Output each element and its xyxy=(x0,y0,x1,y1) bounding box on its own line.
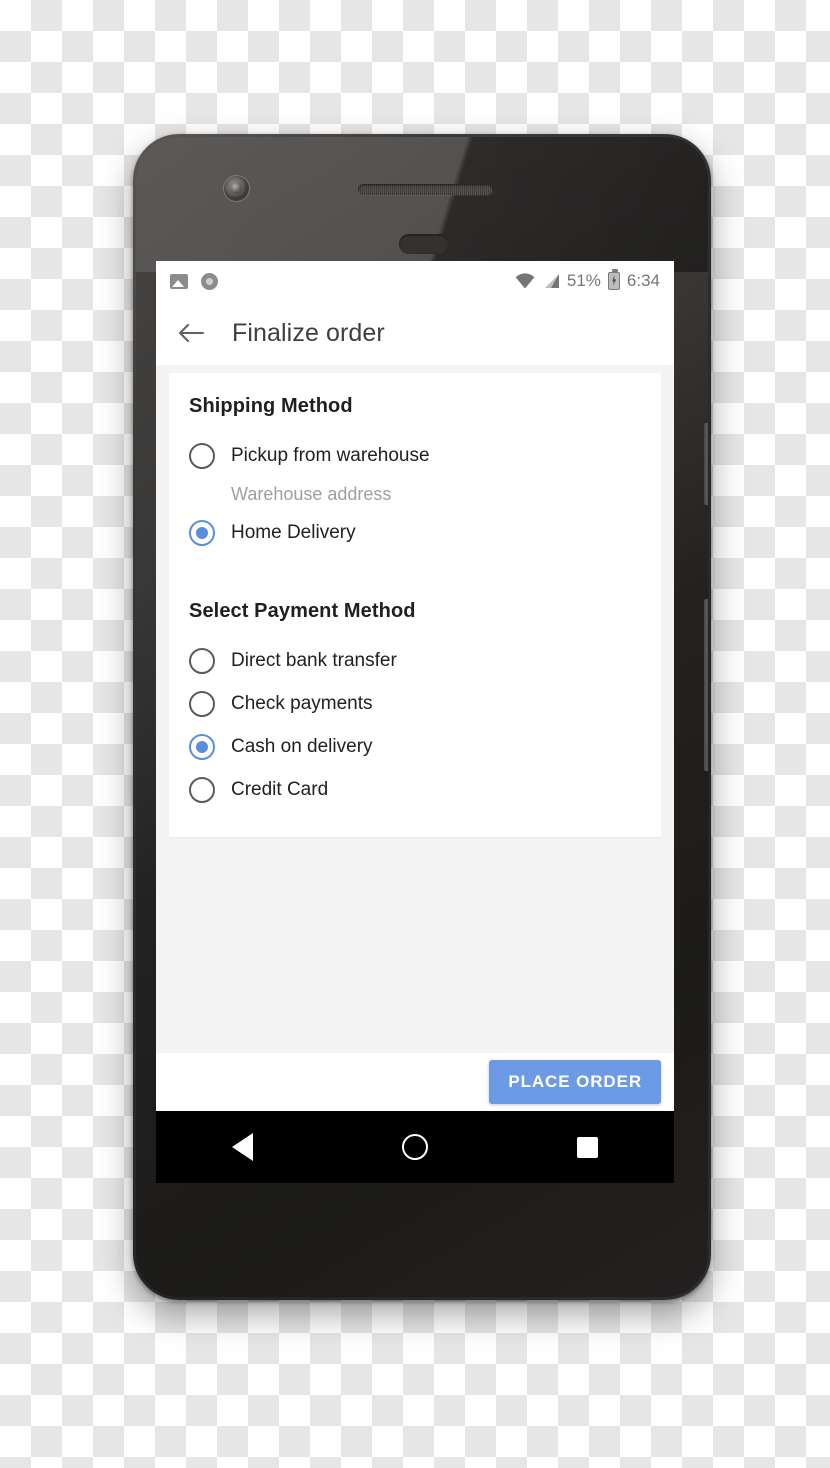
radio-selected-icon[interactable] xyxy=(189,733,215,760)
radio-selected-icon[interactable] xyxy=(189,519,215,546)
radio-icon[interactable] xyxy=(189,776,215,803)
payment-option-label: Check payments xyxy=(231,692,373,714)
shipping-option-pickup[interactable]: Pickup from warehouse xyxy=(189,434,641,477)
image-icon xyxy=(170,273,188,289)
payment-option-check-payments[interactable]: Check payments xyxy=(189,682,641,725)
power-button[interactable] xyxy=(704,423,708,505)
android-nav-bar xyxy=(156,1111,674,1183)
payment-option-label: Cash on delivery xyxy=(231,735,373,757)
nav-home-icon xyxy=(401,1134,428,1160)
payment-option-label: Credit Card xyxy=(231,778,329,800)
back-arrow-icon[interactable] xyxy=(174,316,208,350)
nav-back-button[interactable] xyxy=(213,1118,271,1176)
battery-percent-label: 51% xyxy=(566,271,601,290)
status-bar-right: 51% 6:34 xyxy=(515,269,660,291)
front-camera-icon xyxy=(224,176,249,201)
shipping-option-label: Home Delivery xyxy=(231,521,356,543)
app-toolbar: Finalize order xyxy=(156,301,674,365)
status-bar-left xyxy=(170,272,218,290)
clock-label: 6:34 xyxy=(626,271,660,290)
place-order-button[interactable]: PLACE ORDER xyxy=(489,1060,661,1104)
earpiece-speaker xyxy=(358,184,493,195)
proximity-sensor xyxy=(399,234,449,254)
phone-body: 51% 6:34 Finalize order Shipping Method … xyxy=(136,137,708,1297)
nav-recents-button[interactable] xyxy=(559,1118,617,1176)
disc-icon xyxy=(201,272,218,290)
warehouse-address-note: Warehouse address xyxy=(231,484,392,504)
page-title: Finalize order xyxy=(232,318,385,347)
radio-icon[interactable] xyxy=(189,690,215,717)
shipping-option-home-delivery[interactable]: Home Delivery xyxy=(189,511,641,554)
payment-option-cash-on-delivery[interactable]: Cash on delivery xyxy=(189,725,641,768)
shipping-option-label: Pickup from warehouse xyxy=(231,444,430,466)
battery-charging-icon xyxy=(607,269,620,290)
scroll-content: Shipping Method Pickup from warehouse Wa… xyxy=(156,365,674,1053)
volume-button[interactable] xyxy=(704,599,708,771)
shipping-section-title: Shipping Method xyxy=(189,395,353,417)
signal-icon xyxy=(544,274,559,288)
radio-icon[interactable] xyxy=(189,647,215,674)
status-bar: 51% 6:34 xyxy=(156,261,674,301)
phone-screen: 51% 6:34 Finalize order Shipping Method … xyxy=(156,261,674,1183)
options-card: Shipping Method Pickup from warehouse Wa… xyxy=(169,373,661,837)
radio-icon[interactable] xyxy=(189,442,215,469)
payment-option-label: Direct bank transfer xyxy=(231,649,397,671)
phone-device: 51% 6:34 Finalize order Shipping Method … xyxy=(133,134,711,1300)
payment-option-credit-card[interactable]: Credit Card xyxy=(189,768,641,811)
payment-option-bank-transfer[interactable]: Direct bank transfer xyxy=(189,639,641,682)
payment-section-title: Select Payment Method xyxy=(189,600,416,622)
nav-home-button[interactable] xyxy=(386,1118,444,1176)
nav-recents-icon xyxy=(577,1136,599,1158)
bottom-action-bar: PLACE ORDER xyxy=(156,1053,674,1111)
nav-back-icon xyxy=(231,1133,253,1161)
screenshot-canvas: 51% 6:34 Finalize order Shipping Method … xyxy=(0,0,830,1468)
wifi-icon xyxy=(515,273,535,289)
